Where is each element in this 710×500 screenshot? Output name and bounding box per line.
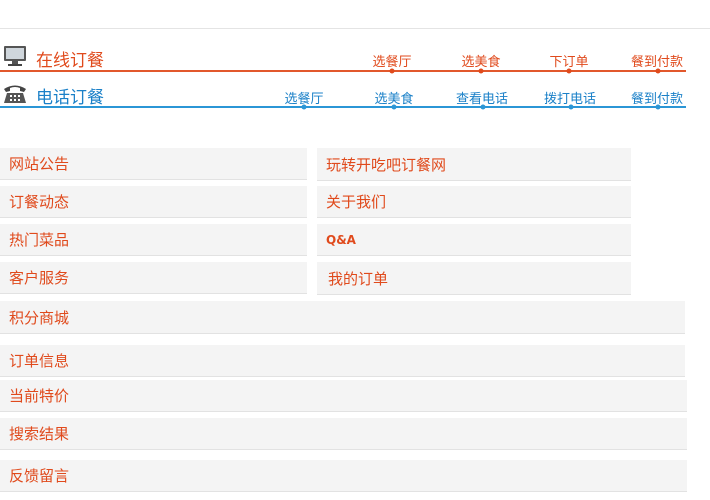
phone-order-title: 电话订餐 bbox=[36, 88, 104, 108]
online-step-dot bbox=[478, 68, 484, 74]
menu-item-feedback[interactable]: 反馈留言 bbox=[0, 460, 687, 492]
phone-step-dot bbox=[480, 104, 486, 110]
menu-item-popular-dishes[interactable]: 热门菜品 bbox=[0, 224, 307, 256]
menu-item-site-announcements[interactable]: 网站公告 bbox=[0, 148, 307, 180]
top-divider bbox=[0, 28, 710, 29]
online-step-select-restaurant[interactable]: 选餐厅 bbox=[372, 51, 411, 70]
menu-item-current-specials[interactable]: 当前特价 bbox=[0, 380, 687, 412]
online-step-pay-on-delivery[interactable]: 餐到付款 bbox=[631, 51, 683, 70]
telephone-icon bbox=[4, 85, 26, 103]
menu-item-order-info[interactable]: 订单信息 bbox=[0, 345, 685, 377]
online-order-progress-line bbox=[0, 70, 686, 72]
menu-item-search-results[interactable]: 搜索结果 bbox=[0, 418, 687, 450]
menu-item-order-news[interactable]: 订餐动态 bbox=[0, 186, 307, 218]
online-order-steps: 在线订餐 选餐厅 选美食 下订单 餐到付款 bbox=[0, 42, 686, 74]
online-order-title: 在线订餐 bbox=[36, 51, 104, 71]
phone-step-dot bbox=[301, 104, 307, 110]
online-step-dot bbox=[566, 68, 572, 74]
phone-step-dot bbox=[568, 104, 574, 110]
computer-monitor-icon bbox=[4, 46, 26, 66]
phone-step-dot bbox=[391, 104, 397, 110]
phone-step-dot bbox=[655, 104, 661, 110]
menu-item-qa[interactable]: Q&A bbox=[317, 224, 631, 256]
menu-item-about-us[interactable]: 关于我们 bbox=[317, 186, 631, 218]
menu-item-points-mall[interactable]: 积分商城 bbox=[0, 301, 685, 334]
online-step-select-food[interactable]: 选美食 bbox=[461, 51, 500, 70]
menu-item-my-orders[interactable]: 我的订单 bbox=[317, 262, 631, 295]
online-step-dot bbox=[655, 68, 661, 74]
menu-item-customer-service[interactable]: 客户服务 bbox=[0, 262, 307, 294]
menu-item-explore-site[interactable]: 玩转开吃吧订餐网 bbox=[317, 148, 631, 181]
phone-order-steps: 电话订餐 选餐厅 选美食 查看电话 拨打电话 餐到付款 bbox=[0, 80, 686, 112]
online-step-dot bbox=[389, 68, 395, 74]
online-step-place-order[interactable]: 下订单 bbox=[549, 51, 588, 70]
